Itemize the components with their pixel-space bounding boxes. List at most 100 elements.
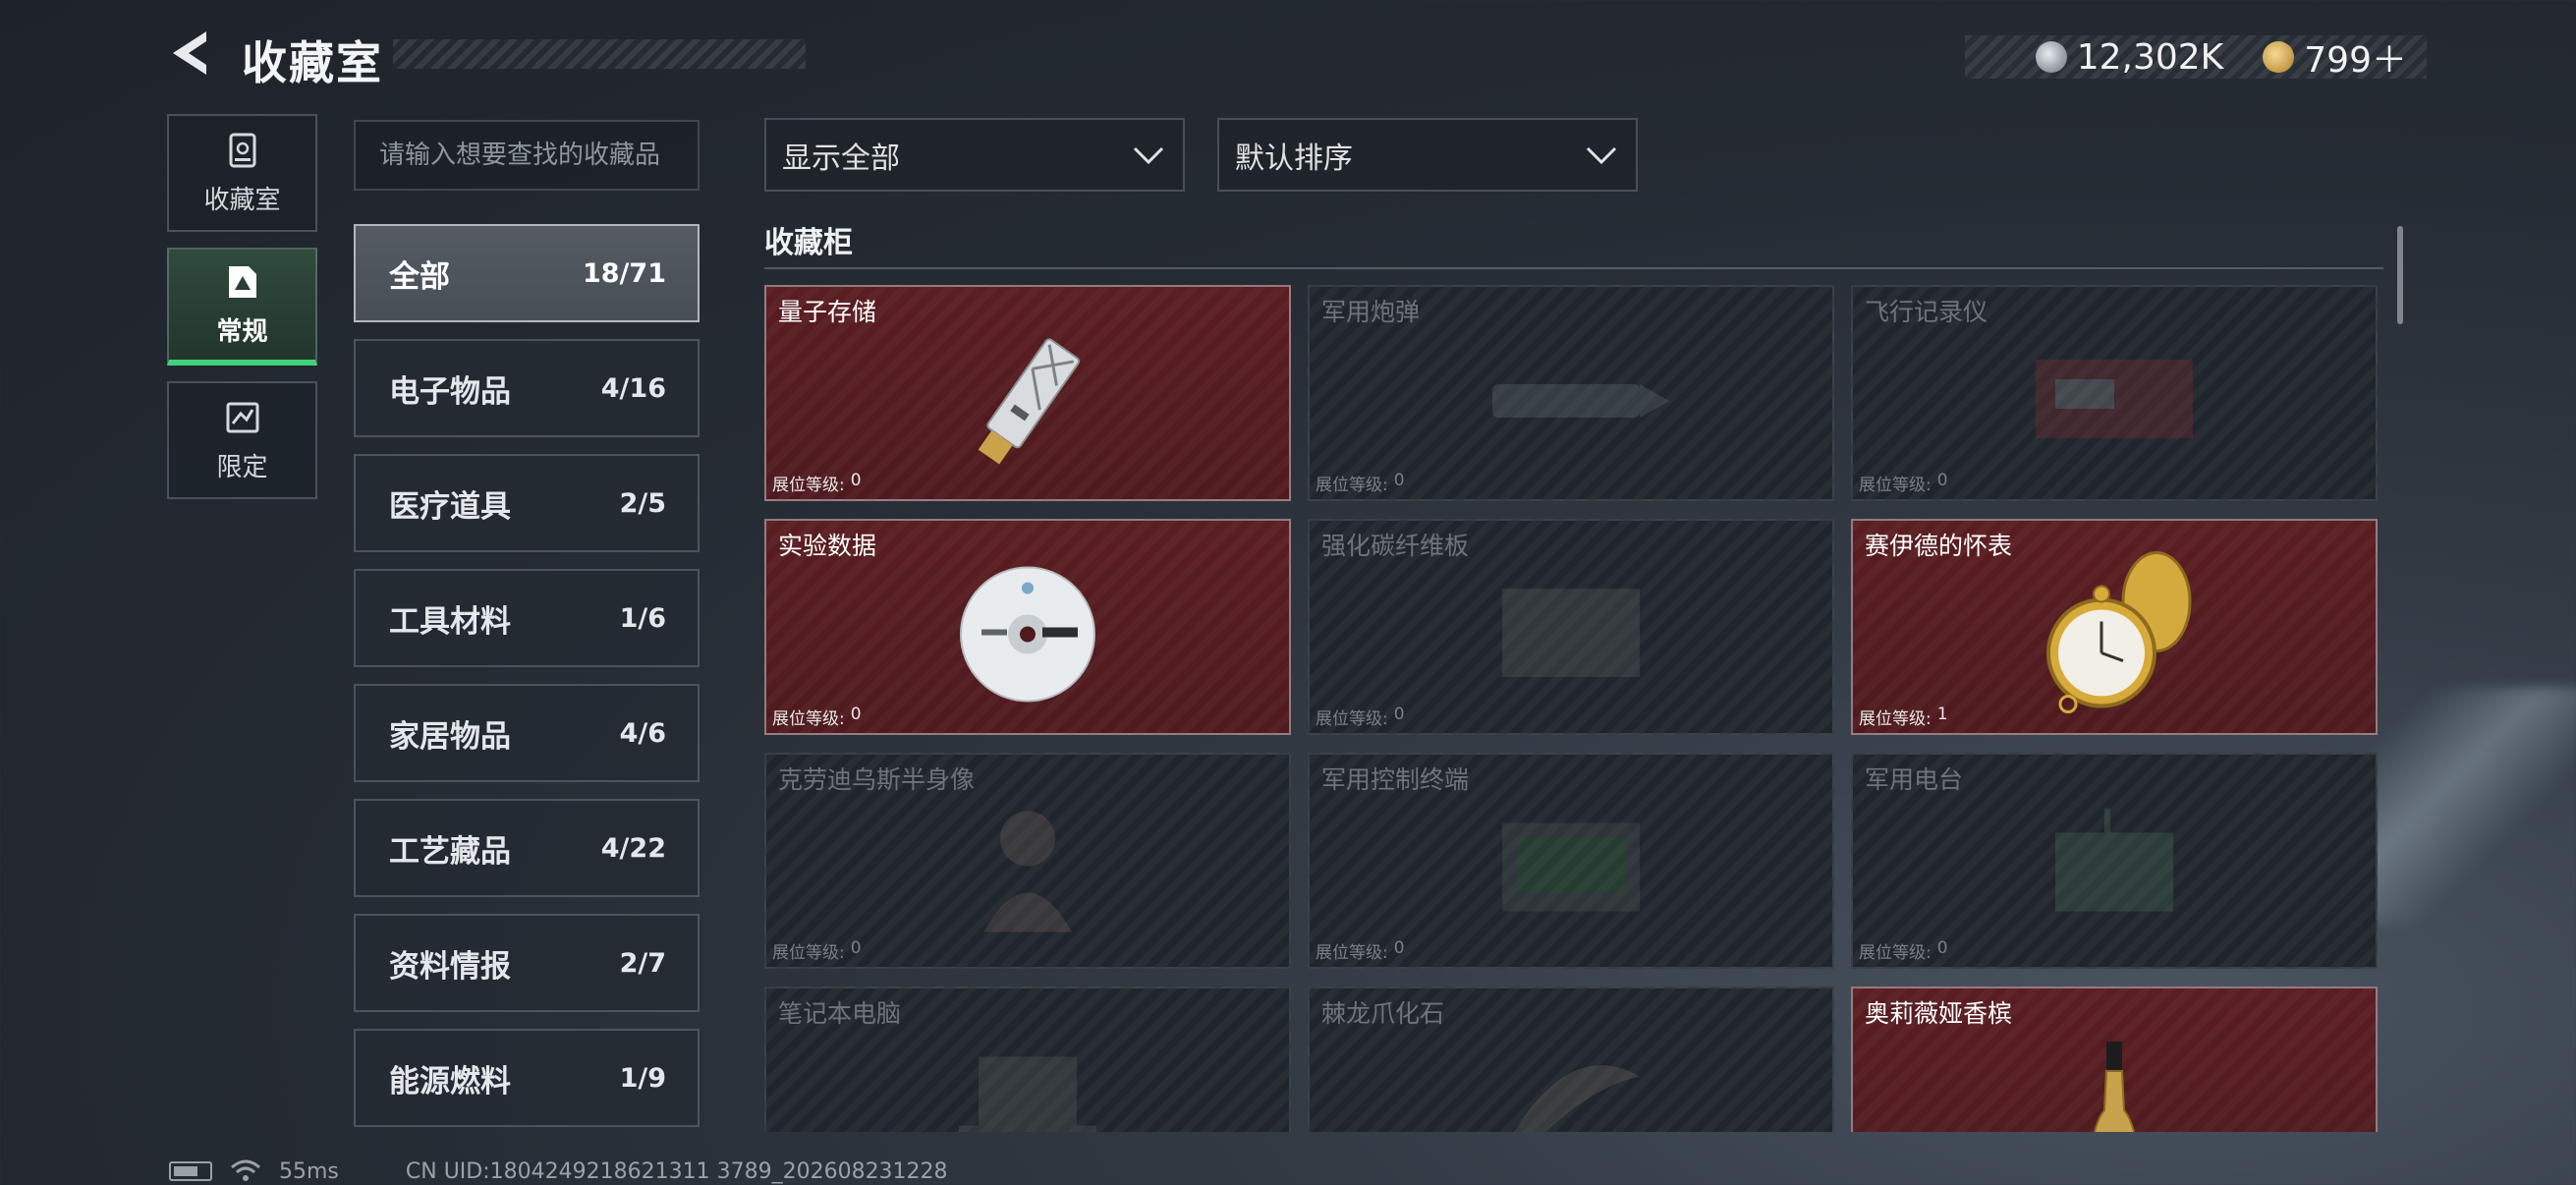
currency-silver-value: 12,302K bbox=[2076, 36, 2224, 78]
collectible-name: 强化碳纤维板 bbox=[1321, 532, 1470, 560]
category-count: 4/22 bbox=[600, 832, 666, 864]
nav-limited[interactable]: 限定 bbox=[167, 381, 317, 499]
laptop-icon bbox=[959, 1056, 1096, 1132]
currency-gold[interactable]: 799＋ bbox=[2263, 31, 2407, 83]
category-all[interactable]: 全部 18/71 bbox=[354, 224, 700, 322]
category-count: 1/9 bbox=[619, 1062, 666, 1094]
category-count: 2/5 bbox=[619, 487, 666, 519]
divider bbox=[764, 267, 2383, 269]
cabinet-grid: 量子存储 展位等级: 0 军用炮弹 展位等级: 0 飞行记录仪 展位等级: 0 实验数… bbox=[764, 285, 2383, 1132]
booth-level: 展位等级: 0 bbox=[1316, 705, 1405, 729]
category-name: 医疗道具 bbox=[389, 488, 511, 525]
booth-level: 展位等级: 0 bbox=[1316, 471, 1405, 495]
search-input[interactable] bbox=[354, 120, 700, 191]
category-crafts[interactable]: 工艺藏品 4/22 bbox=[354, 799, 700, 897]
limited-icon bbox=[226, 402, 258, 432]
display-filter-value: 显示全部 bbox=[782, 141, 900, 176]
collectible-name: 飞行记录仪 bbox=[1865, 298, 1988, 326]
carbon-plate-icon bbox=[1502, 589, 1640, 677]
page-title: 收藏室 bbox=[242, 36, 383, 89]
collectible-name: 军用电台 bbox=[1865, 765, 1964, 794]
collectible-card[interactable]: 笔记本电脑 bbox=[764, 987, 1291, 1132]
booth-level: 展位等级: 0 bbox=[772, 471, 862, 495]
booth-level: 展位等级: 0 bbox=[772, 705, 862, 729]
currency-silver: 12,302K bbox=[2035, 36, 2224, 78]
collectible-name: 实验数据 bbox=[778, 532, 877, 560]
status-footer: 55ms CN UID:1804249218621311 3789_202608… bbox=[169, 1158, 948, 1184]
claw-fossil-icon bbox=[1514, 1065, 1640, 1132]
military-radio-icon bbox=[2055, 808, 2173, 912]
collectible-name: 棘龙爪化石 bbox=[1321, 999, 1445, 1028]
nav-regular[interactable]: 常规 bbox=[167, 248, 317, 366]
category-medical[interactable]: 医疗道具 2/5 bbox=[354, 454, 700, 552]
gold-coin-icon bbox=[2263, 41, 2295, 73]
cabinet-title: 收藏柜 bbox=[764, 226, 853, 260]
scrollbar[interactable] bbox=[2397, 226, 2403, 324]
booth-level: 展位等级: 1 bbox=[1859, 705, 1948, 729]
collectible-card[interactable]: 强化碳纤维板 展位等级: 0 bbox=[1308, 519, 1834, 735]
collectible-card[interactable]: 赛伊德的怀表 展位等级: 1 bbox=[1851, 519, 2378, 735]
chevron-down-icon bbox=[1133, 146, 1164, 164]
collectible-card[interactable]: 军用控制终端 展位等级: 0 bbox=[1308, 753, 1834, 969]
collectible-name: 量子存储 bbox=[778, 298, 877, 326]
back-arrow-icon[interactable] bbox=[167, 28, 218, 79]
bust-icon bbox=[983, 811, 1072, 932]
booth-level: 展位等级: 0 bbox=[1316, 938, 1405, 963]
collectible-card[interactable]: 量子存储 展位等级: 0 bbox=[764, 285, 1291, 501]
display-filter-dropdown[interactable]: 显示全部 bbox=[764, 118, 1185, 192]
champagne-icon bbox=[2094, 1042, 2135, 1132]
collectible-card[interactable]: 军用电台 展位等级: 0 bbox=[1851, 753, 2378, 969]
data-disc-icon bbox=[960, 566, 1095, 703]
category-household[interactable]: 家居物品 4/6 bbox=[354, 684, 700, 782]
category-count: 4/6 bbox=[619, 717, 666, 749]
category-name: 工具材料 bbox=[389, 603, 511, 640]
category-electronics[interactable]: 电子物品 4/16 bbox=[354, 339, 700, 437]
collection-room-icon bbox=[229, 133, 255, 167]
flight-recorder-icon bbox=[2036, 360, 2193, 438]
header: 收藏室 12,302K 799＋ bbox=[167, 22, 2427, 90]
sort-value: 默认排序 bbox=[1235, 141, 1353, 176]
ping-value: 55ms bbox=[279, 1158, 339, 1184]
category-name: 资料情报 bbox=[389, 948, 511, 985]
collectible-card[interactable]: 克劳迪乌斯半身像 展位等级: 0 bbox=[764, 753, 1291, 969]
battery-icon bbox=[169, 1161, 212, 1181]
usb-drive-icon bbox=[978, 338, 1081, 465]
collectible-name: 军用炮弹 bbox=[1321, 298, 1421, 326]
nav-label: 收藏室 bbox=[203, 185, 281, 215]
category-name: 工艺藏品 bbox=[389, 833, 511, 870]
booth-level: 展位等级: 0 bbox=[772, 938, 862, 963]
wifi-icon bbox=[231, 1159, 260, 1181]
control-terminal-icon bbox=[1502, 822, 1640, 912]
nav-label: 限定 bbox=[216, 452, 268, 482]
category-count: 18/71 bbox=[582, 257, 666, 289]
pocket-watch-icon bbox=[2046, 551, 2192, 713]
booth-level: 展位等级: 0 bbox=[1859, 938, 1948, 963]
category-fuel[interactable]: 能源燃料 1/9 bbox=[354, 1029, 700, 1127]
currency-gold-value: 799＋ bbox=[2304, 40, 2407, 81]
category-name: 能源燃料 bbox=[389, 1063, 511, 1100]
category-name: 全部 bbox=[389, 258, 450, 295]
booth-level: 展位等级: 0 bbox=[1859, 471, 1948, 495]
collectible-card[interactable]: 棘龙爪化石 bbox=[1308, 987, 1834, 1132]
nav-collection-room[interactable]: 收藏室 bbox=[167, 114, 317, 232]
collectible-name: 笔记本电脑 bbox=[778, 999, 902, 1028]
sort-dropdown[interactable]: 默认排序 bbox=[1217, 118, 1638, 192]
category-count: 2/7 bbox=[619, 947, 666, 979]
collectible-card[interactable]: 实验数据 展位等级: 0 bbox=[764, 519, 1291, 735]
artillery-shell-icon bbox=[1492, 384, 1669, 418]
category-name: 家居物品 bbox=[389, 718, 511, 755]
collectible-card[interactable]: 飞行记录仪 展位等级: 0 bbox=[1851, 285, 2378, 501]
collectible-card[interactable]: 军用炮弹 展位等级: 0 bbox=[1308, 285, 1834, 501]
collectible-name: 奥莉薇娅香槟 bbox=[1865, 999, 2013, 1028]
category-intel[interactable]: 资料情报 2/7 bbox=[354, 914, 700, 1012]
silver-coin-icon bbox=[2035, 41, 2067, 73]
chevron-down-icon bbox=[1586, 146, 1617, 164]
collectible-name: 克劳迪乌斯半身像 bbox=[778, 765, 976, 794]
collectible-name: 军用控制终端 bbox=[1321, 765, 1470, 794]
title-decoration bbox=[393, 39, 806, 69]
nav-label: 常规 bbox=[216, 316, 268, 347]
category-count: 4/16 bbox=[600, 372, 666, 404]
category-count: 1/6 bbox=[619, 602, 666, 634]
category-tools[interactable]: 工具材料 1/6 bbox=[354, 569, 700, 667]
collectible-card[interactable]: 奥莉薇娅香槟 bbox=[1851, 987, 2378, 1132]
